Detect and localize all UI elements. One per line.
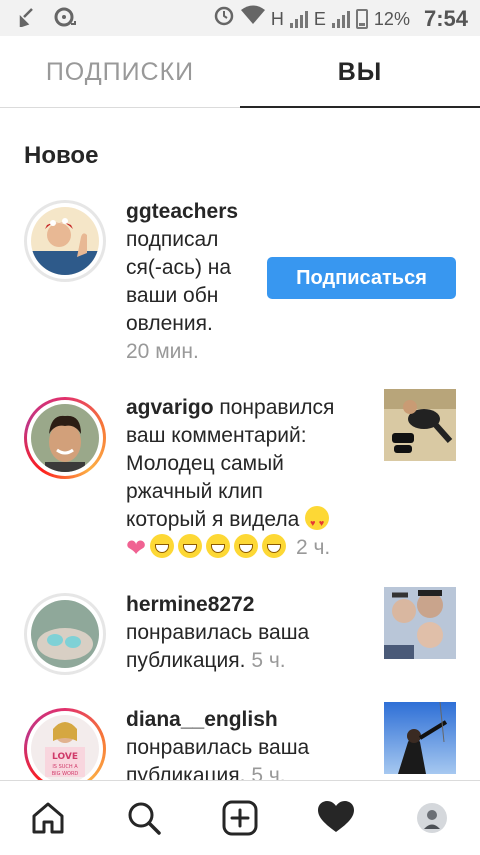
laughing-emoji-icon [262, 534, 287, 558]
username[interactable]: agvarigo [126, 396, 214, 419]
laughing-emoji-icon [178, 534, 203, 558]
laughing-emoji-icon [234, 534, 259, 558]
avatar[interactable] [24, 397, 106, 479]
laughing-emoji-icon [150, 534, 175, 558]
network-type-e: E [313, 8, 326, 29]
post-thumbnail[interactable] [384, 389, 456, 461]
action-line: ся(-ась) на [126, 256, 232, 279]
battery-percent: 12% [373, 8, 410, 29]
action-text: публикация. [126, 649, 246, 672]
tab-you[interactable]: ВЫ [240, 36, 480, 108]
action-text: понравился [219, 396, 335, 419]
hermine8272-avatar-image [31, 600, 99, 668]
action-line: ваши обн [126, 284, 219, 307]
network-type-h: H [270, 8, 284, 29]
activity-heart-icon[interactable] [288, 781, 384, 855]
alarm-icon [213, 4, 235, 33]
avatar[interactable] [24, 200, 106, 282]
section-title: Новое [24, 142, 99, 169]
activity-tabs: ПОДПИСКИ ВЫ [0, 36, 480, 108]
emoji-line: ❤ 2 ч. [126, 534, 334, 563]
username[interactable]: diana__english [126, 706, 309, 734]
comment-line: ваш комментарий: [126, 424, 307, 447]
action-line: подписал [126, 228, 219, 251]
action-line-last: публикация. 5 ч. [126, 647, 309, 675]
username[interactable]: ggteachers [126, 198, 238, 226]
activity-text-line: agvarigo понравился [126, 394, 334, 422]
diana-english-avatar-image: LOVE IS SUCH A BIG WORD [31, 715, 99, 783]
tab-following[interactable]: ПОДПИСКИ [0, 36, 240, 108]
heart-eyes-emoji-icon [305, 506, 330, 537]
rosie-riveter-avatar-image [31, 207, 99, 275]
battery-icon [355, 8, 368, 29]
svg-text:LOVE: LOVE [52, 752, 78, 762]
signal-icon [289, 10, 308, 28]
home-icon[interactable] [0, 781, 96, 855]
avatar[interactable] [24, 593, 106, 675]
action-text: понравилась ваша [126, 621, 310, 644]
laughing-emoji-icon [206, 534, 231, 558]
disc-icon [54, 6, 76, 35]
svg-text:BIG WORD: BIG WORD [52, 771, 79, 777]
comment-line: ржачный клип [126, 480, 263, 503]
timestamp: 5 ч. [251, 649, 286, 672]
timestamp: 20 мин. [126, 340, 199, 363]
action-text: понравилась ваша [126, 736, 310, 759]
pink-heart-emoji-icon: ❤ [126, 535, 147, 562]
broom-icon [18, 7, 40, 34]
profile-avatar[interactable] [384, 781, 480, 855]
username[interactable]: hermine8272 [126, 591, 309, 619]
comment-line-last: который я видела [126, 506, 334, 537]
avatar[interactable]: LOVE IS SUCH A BIG WORD [24, 708, 106, 790]
status-bar: H E 12% 7:54 [0, 0, 480, 36]
agvarigo-avatar-image [31, 404, 99, 472]
post-thumbnail[interactable] [384, 587, 456, 659]
search-icon[interactable] [96, 781, 192, 855]
post-thumbnail[interactable] [384, 702, 456, 774]
timestamp: 2 ч. [295, 536, 331, 559]
wifi-icon [240, 5, 265, 32]
add-post-icon[interactable] [192, 781, 288, 855]
bottom-nav [0, 780, 480, 854]
signal-icon-2 [331, 10, 350, 28]
comment-line: Молодец самый [126, 452, 284, 475]
tab-indicator [240, 106, 480, 108]
clock: 7:54 [423, 5, 468, 31]
action-line: овления. [126, 312, 213, 335]
follow-button[interactable]: Подписаться [267, 257, 456, 299]
svg-text:IS SUCH A: IS SUCH A [52, 764, 78, 770]
comment-line: который я видела [126, 508, 300, 531]
